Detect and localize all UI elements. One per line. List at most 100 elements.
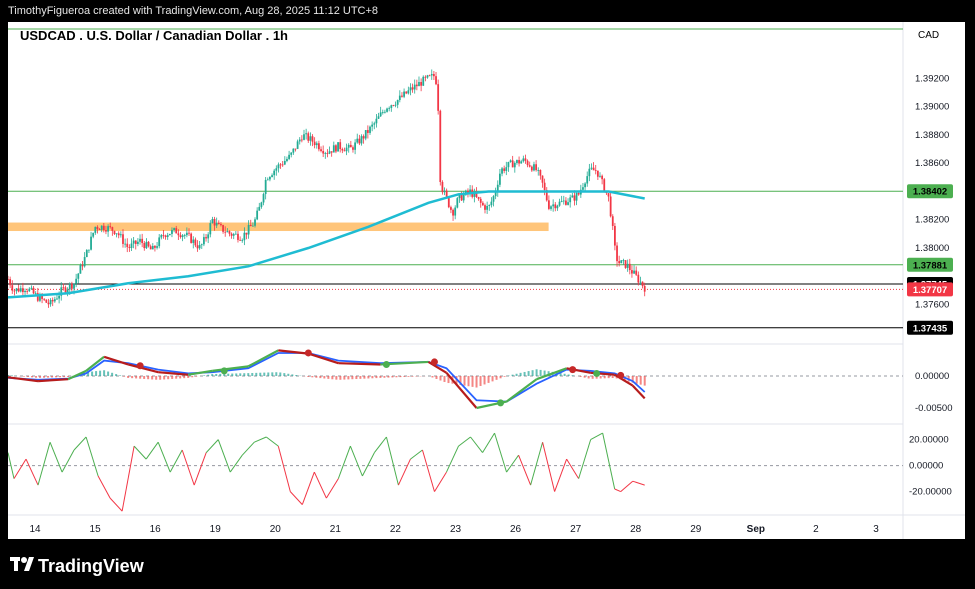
candle-body [513,162,516,168]
candle-body [217,222,220,225]
macd-histogram-bar [167,376,170,380]
macd-histogram-bar [539,369,542,376]
candle-body [192,239,195,243]
candle-body [401,95,403,97]
macd-histogram-bar [471,376,474,387]
macd-histogram-bar [215,373,218,376]
price-tick-label: 1.39000 [915,102,949,113]
macd-histogram-bar [583,376,586,378]
candle-body [196,245,199,249]
macd-histogram-bar [127,376,130,378]
candle-body [126,243,129,248]
macd-histogram-bar [59,376,62,378]
candle-body [454,207,457,216]
price-tick-label: 1.38600 [915,158,949,169]
candle-body [575,193,578,201]
macd-histogram-bar [219,373,222,376]
candle-body [452,209,454,216]
candle-body [119,234,122,236]
candle-body [70,283,73,289]
macd-histogram-bar [339,376,342,380]
macd-cross-marker [497,399,505,407]
macd-histogram-bar [331,376,334,380]
candle-body [230,233,233,236]
candle-body [134,240,137,244]
candle-body [565,200,567,205]
candle-body [237,233,239,240]
candle-body [524,158,527,161]
time-tick-label: 26 [510,524,522,535]
candle-body [303,134,305,140]
candle-body [160,235,163,238]
candle-body [166,235,169,238]
candle-body [200,244,203,246]
candle-body [220,224,222,226]
candle-body [381,112,384,113]
macd-histogram-bar [367,376,370,379]
candle-body [337,142,339,152]
candle-body [122,234,124,244]
candle-body [96,226,99,230]
candle-body [85,250,88,258]
candle-body [509,160,512,163]
macd-histogram-bar [591,376,594,379]
macd-histogram-bar [383,376,386,378]
candle-body [492,196,495,202]
attribution-text: TimothyFigueroa created with TradingView… [8,5,379,17]
macd-histogram-bar [371,376,374,379]
candle-body [520,161,523,164]
candle-body [151,245,154,250]
candle-body [371,124,374,127]
candle-body [115,233,118,235]
chart-svg[interactable]: 1.39200 1.39000 1.38800 1.38600 1.38200 1.380… [7,22,965,539]
candle-body [415,84,418,87]
candle-body [505,167,508,171]
macd-histogram-bar [323,376,326,379]
candle-body [251,225,254,227]
candle-body [111,227,114,231]
macd-cross-marker [569,366,577,374]
candle-body [211,219,214,224]
macd-histogram-bar [39,376,42,378]
macd-histogram-bar [519,372,522,376]
macd-histogram-bar [43,376,46,378]
candle-body [139,238,141,242]
candle-body [228,231,231,234]
candle-body [603,179,606,192]
candle-body [330,151,333,153]
candle-body [643,285,646,292]
candle-body [577,193,580,195]
candle-body [92,232,95,237]
macd-histogram-bar [11,375,14,376]
candle-body [441,182,444,193]
macd-histogram-bar [531,370,534,376]
macd-histogram-bar [379,376,382,378]
macd-histogram-bar [139,376,142,379]
candle-body [428,75,431,77]
candle-body [307,133,310,141]
macd-histogram-bar [187,376,190,378]
macd-histogram-bar [587,376,590,379]
candle-body [596,170,599,177]
candle-body [88,249,90,251]
candle-body [432,74,435,77]
candle-body [584,183,586,188]
macd-histogram-bar [151,376,154,380]
candle-body [309,136,312,141]
candle-body [507,162,510,168]
macd-histogram-bar [535,369,538,376]
chart-frame: 1.39200 1.39000 1.38800 1.38600 1.38200 1.380… [7,22,965,539]
candle-body [213,219,216,226]
macd-histogram-bar [607,376,610,379]
macd-histogram-bar [247,373,250,376]
candle-body [305,133,308,135]
candle-body [203,237,205,245]
candle-body [275,168,278,171]
macd-histogram-bar [147,376,150,380]
macd-histogram-bar [123,376,126,377]
macd-histogram-bar [335,376,338,380]
macd-histogram-bar [235,373,238,376]
candle-body [296,141,299,149]
candle-body [194,239,197,246]
candle-body [109,226,112,228]
